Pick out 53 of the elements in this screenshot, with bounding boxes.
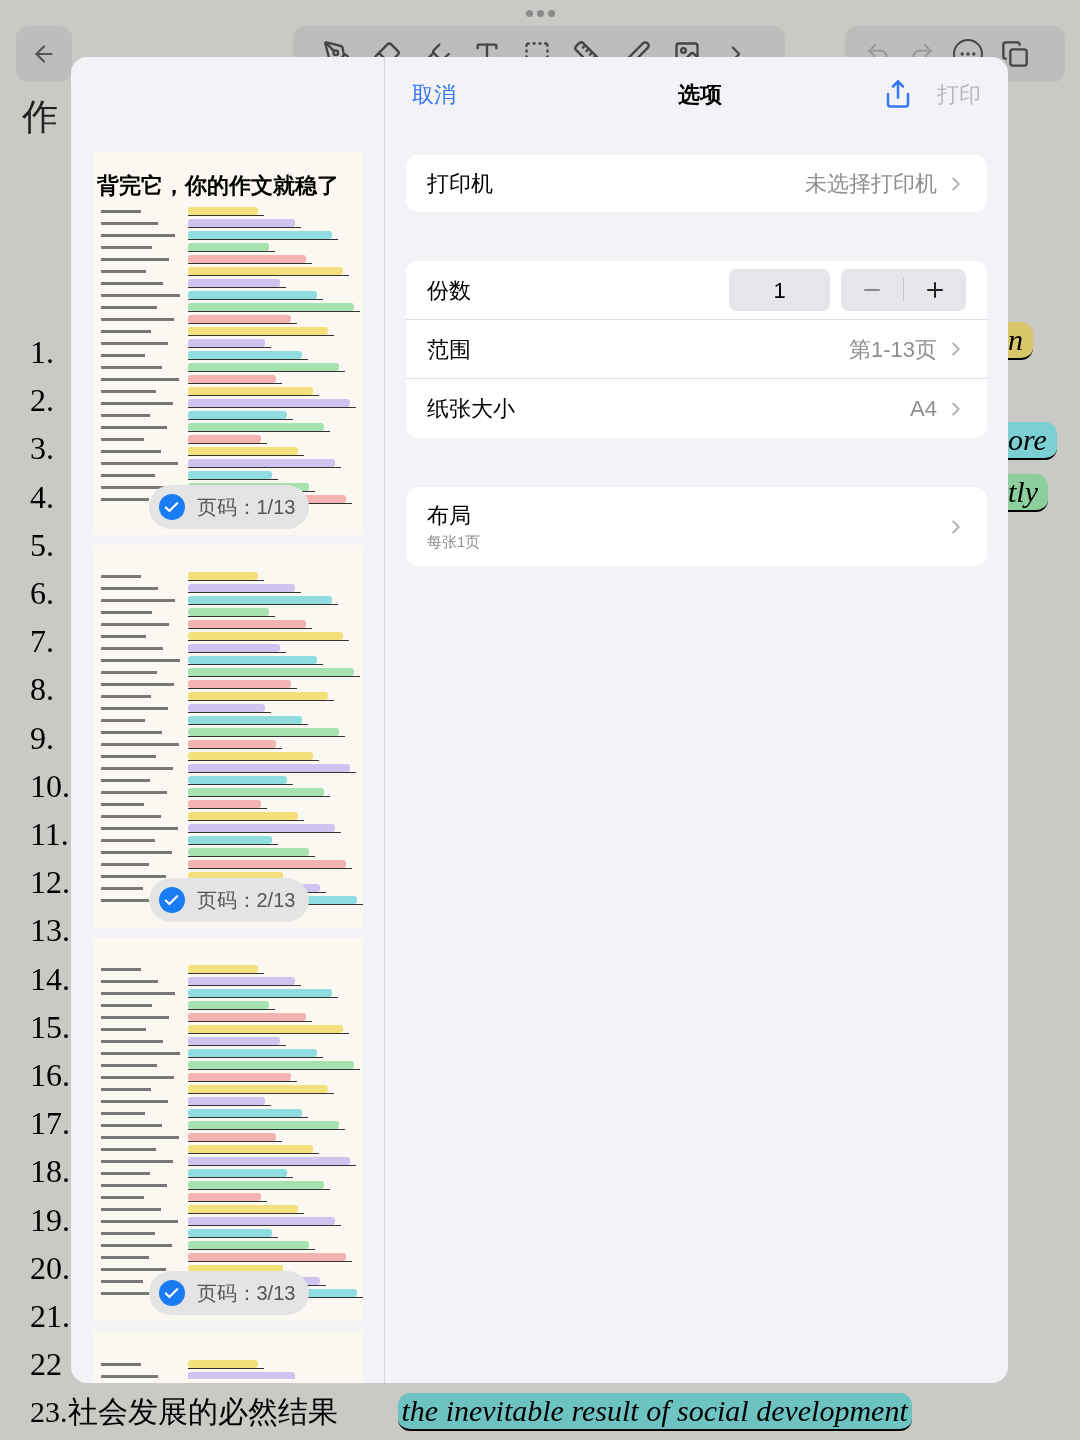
note-line: 3. — [30, 429, 54, 469]
highlighted-phrase: the inevitable result of social development — [397, 1393, 912, 1432]
page-heading: 背完它，你的作文就稳了 — [95, 172, 340, 200]
note-title: 作 — [22, 95, 58, 139]
note-line: 17. — [30, 1104, 70, 1144]
note-line: 12. — [30, 863, 70, 903]
cancel-button[interactable]: 取消 — [412, 77, 456, 111]
page-number-label: 页码：3/13 — [196, 1281, 296, 1306]
note-line: 7. — [30, 622, 54, 662]
note-line: 16. — [30, 1056, 70, 1096]
row-subtitle: 每张1页 — [427, 531, 481, 552]
note-line: 1. — [30, 333, 54, 372]
layout-row[interactable]: 布局 每张1页 — [406, 487, 987, 566]
note-line: 9. — [30, 718, 54, 758]
note-line: 5. — [30, 525, 54, 565]
row-label: 布局 — [427, 501, 472, 530]
row-value: 未选择打印机 — [805, 170, 937, 198]
row-label: 范围 — [427, 335, 471, 364]
highlighted-phrase: tly — [1008, 474, 1048, 512]
copy-icon[interactable] — [1001, 40, 1029, 68]
highlighted-phrase: n — [1008, 322, 1033, 360]
printer-row[interactable]: 打印机 未选择打印机 — [406, 155, 987, 212]
checkmark-icon[interactable] — [158, 494, 185, 520]
row-value: 第1-13页 — [848, 335, 937, 364]
copies-field[interactable]: 1 — [729, 269, 830, 311]
note-line: 14. — [30, 959, 70, 999]
note-line: 21. — [30, 1297, 70, 1337]
paper-size-row[interactable]: 纸张大小 A4 — [406, 379, 987, 438]
note-line: 19. — [30, 1200, 70, 1240]
note-line: 8. — [30, 670, 54, 710]
row-label: 打印机 — [427, 170, 493, 198]
note-line: 23.社会发展的必然结果 — [30, 1394, 338, 1431]
page-number-label: 页码：1/13 — [196, 495, 296, 520]
note-line: 13. — [30, 911, 70, 951]
note-line: 15. — [30, 1007, 70, 1047]
note-line: 10. — [30, 766, 70, 806]
checkmark-icon[interactable] — [158, 887, 185, 913]
checkmark-icon[interactable] — [158, 1280, 185, 1306]
row-label: 份数 — [427, 276, 471, 305]
drag-handle-icon — [525, 9, 555, 17]
dialog-title: 选项 — [677, 80, 722, 109]
highlighted-phrase: ore — [1008, 422, 1057, 460]
note-line: 11. — [30, 815, 69, 855]
note-line: 4. — [30, 477, 54, 517]
note-line: 18. — [30, 1152, 70, 1192]
note-line: 22 — [30, 1345, 62, 1385]
page-number-label: 页码：2/13 — [196, 888, 296, 913]
note-line: 6. — [30, 574, 54, 613]
note-line: 2. — [30, 381, 54, 421]
row-value: A4 — [910, 395, 937, 423]
row-label: 纸张大小 — [427, 395, 515, 423]
range-row[interactable]: 范围 第1-13页 — [406, 320, 987, 379]
note-line: 20. — [30, 1248, 70, 1288]
